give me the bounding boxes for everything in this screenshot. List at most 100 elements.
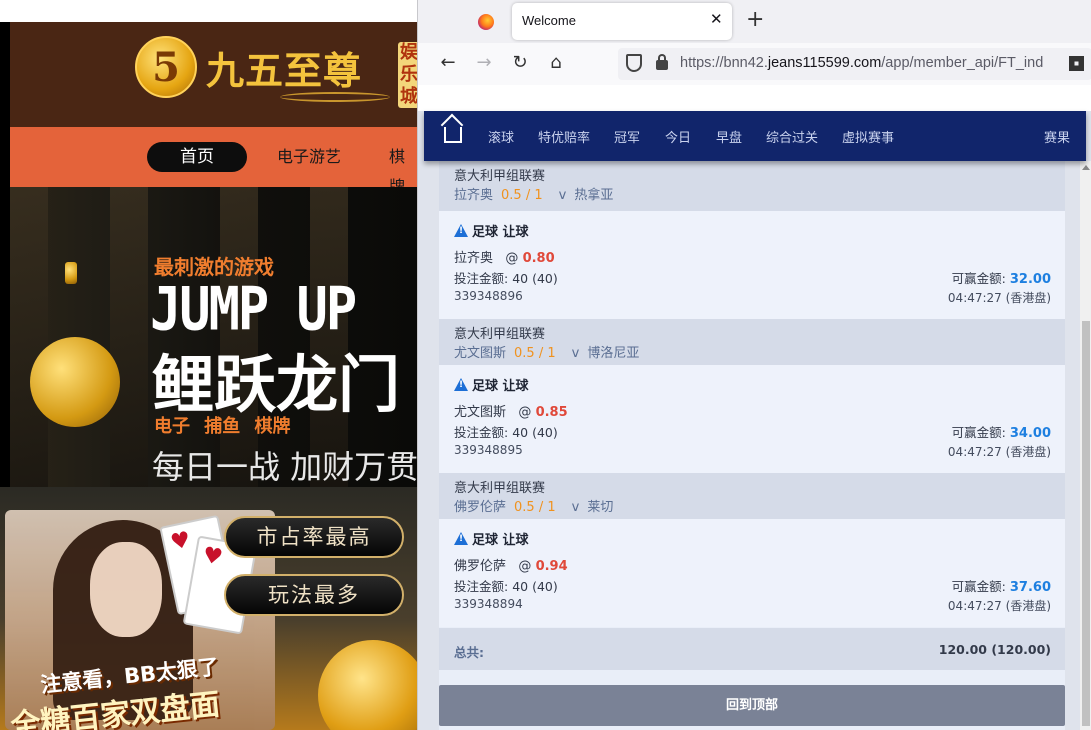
bet-type-label: 足球 让球 (472, 379, 529, 394)
firefox-icon[interactable] (478, 14, 494, 30)
logo-side-badge: 娱 乐 城 (398, 42, 417, 108)
bet-type-label: 足球 让球 (472, 225, 529, 240)
qr-code-icon[interactable] (1069, 56, 1084, 71)
alert-icon (454, 378, 468, 391)
site-nav-parlay[interactable]: 综合过关 (766, 127, 818, 146)
badge-market-share[interactable]: 市占率最高 (224, 516, 404, 558)
logo-mark: 5 (152, 44, 180, 91)
casino-nav-home[interactable]: 首页 (147, 142, 247, 172)
league-header: 意大利甲组联赛 尤文图斯 0.5 / 1 v 博洛尼亚 (439, 319, 1065, 365)
bet-id: 339348896 (454, 289, 523, 303)
stake-label: 投注金额: (454, 579, 509, 594)
stake-label: 投注金额: (454, 425, 509, 440)
site-nav-live[interactable]: 滚球 (488, 127, 514, 146)
casino-header: 5 九五至尊 娱 乐 城 (10, 22, 417, 127)
hero-categories: 电子 捕鱼 棋牌 (154, 416, 291, 437)
vs-label: v (571, 500, 580, 515)
close-icon[interactable]: ✕ (710, 10, 723, 28)
gold-coin-icon (65, 262, 77, 284)
casino-banner-panel: 5 九五至尊 娱 乐 城 首页 电子游艺 棋牌 最刺激的游戏 JUMP UP 鲤… (0, 0, 417, 730)
page-viewport: 滚球 特优赔率 冠军 今日 早盘 综合过关 虚拟赛事 赛果 意大利甲组联赛 拉齐… (418, 85, 1091, 730)
away-team: 莱切 (587, 500, 614, 515)
scroll-up-icon[interactable] (1082, 165, 1090, 170)
site-nav-early[interactable]: 早盘 (716, 127, 742, 146)
odds-value: 0.94 (535, 559, 568, 574)
home-team: 尤文图斯 (454, 346, 507, 361)
tab-welcome[interactable]: Welcome ✕ (512, 3, 732, 40)
win-value: 37.60 (1009, 580, 1051, 595)
lock-icon[interactable] (656, 54, 668, 70)
bet-id: 339348894 (454, 597, 523, 611)
casino-nav: 首页 电子游艺 棋牌 (10, 127, 417, 196)
site-nav-results[interactable]: 赛果 (1044, 127, 1070, 146)
site-nav-outright[interactable]: 冠军 (614, 127, 640, 146)
back-icon[interactable]: ← (436, 52, 460, 73)
url-bar[interactable]: https://bnn42.jeans115599.com/app/member… (618, 48, 1091, 80)
stake: 投注金额: 40 (40) (454, 268, 558, 287)
stake: 投注金额: 40 (40) (454, 422, 558, 441)
scrollbar[interactable] (1080, 161, 1091, 730)
bet-type: 足球 让球 (454, 529, 529, 548)
bet-type: 足球 让球 (454, 221, 529, 240)
logo-side-char-3: 城 (400, 86, 417, 107)
forward-icon[interactable]: → (472, 52, 496, 73)
back-to-top-button[interactable]: 回到顶部 (439, 685, 1065, 726)
hero-title-cn: 鲤跃龙门 (152, 348, 401, 421)
potential-win: 可赢金额: 37.60 (952, 576, 1051, 595)
vs-label: v (558, 188, 567, 203)
pick-team: 佛罗伦萨 (454, 559, 507, 574)
bet-id: 339348895 (454, 443, 523, 457)
league-header: 意大利甲组联赛 佛罗伦萨 0.5 / 1 v 莱切 (439, 473, 1065, 519)
handicap: 0.5 / 1 (514, 500, 556, 515)
handicap: 0.5 / 1 (501, 188, 543, 203)
casino-nav-slots[interactable]: 电子游艺 (277, 142, 341, 172)
league-name: 意大利甲组联赛 (454, 327, 546, 342)
bet-time: 04:47:27 (香港盘) (947, 445, 1051, 459)
card-suit: ♥ (200, 542, 225, 571)
badge-most-games[interactable]: 玩法最多 (224, 574, 404, 616)
bet-time: 04:47:27 (香港盘) (947, 291, 1051, 305)
odds-value: 0.80 (522, 251, 555, 266)
logo-ornament (280, 92, 390, 102)
alert-icon (454, 532, 468, 545)
url-path: /app/member_api/FT_ind (881, 55, 1044, 71)
reload-icon[interactable]: ↻ (508, 52, 532, 73)
home-icon[interactable] (444, 127, 462, 143)
away-team: 博洛尼亚 (587, 346, 640, 361)
league-name: 意大利甲组联赛 (454, 481, 546, 496)
bet-time: 04:47:27 (香港盘) (947, 599, 1051, 613)
hero-slogan: 每日一战 加财万贯 (152, 448, 417, 486)
shield-icon[interactable] (626, 54, 642, 72)
win-value: 34.00 (1009, 426, 1051, 441)
home-icon[interactable]: ⌂ (544, 52, 568, 73)
scroll-thumb[interactable] (1082, 321, 1090, 726)
league-name: 意大利甲组联赛 (454, 169, 546, 184)
home-team: 拉齐奥 (454, 188, 494, 203)
casino-logo-text: 九五至尊 (206, 48, 363, 93)
away-team: 热拿亚 (574, 188, 614, 203)
new-tab-button[interactable]: + (746, 8, 764, 32)
card-suit: ♥ (168, 527, 193, 556)
win-label: 可赢金额: (951, 271, 1006, 286)
site-nav-virtual[interactable]: 虚拟赛事 (842, 127, 894, 146)
bet-type: 足球 让球 (454, 375, 529, 394)
total-label: 总共: (454, 645, 484, 660)
stake-value: 40 (40) (512, 579, 558, 594)
bet-type-label: 足球 让球 (472, 533, 529, 548)
tab-bar: Welcome ✕ + (418, 0, 1091, 43)
url-prefix: https://bnn42. (680, 55, 768, 71)
gold-coin-icon (30, 337, 120, 427)
url-text[interactable]: https://bnn42.jeans115599.com/app/member… (680, 55, 1060, 71)
page-top-strip (418, 85, 1091, 111)
vs-label: v (571, 346, 580, 361)
at-sign: @ (505, 251, 519, 266)
odds-value: 0.85 (535, 405, 568, 420)
site-nav-today[interactable]: 今日 (665, 127, 691, 146)
stake-value: 40 (40) (512, 425, 558, 440)
casino-logo-icon: 5 (135, 36, 197, 98)
site-nav-special-odds[interactable]: 特优赔率 (538, 127, 590, 146)
league-header: 意大利甲组联赛 拉齐奥 0.5 / 1 v 热拿亚 (439, 161, 1065, 211)
top-white-strip (0, 0, 417, 22)
win-label: 可赢金额: (951, 425, 1006, 440)
model-face (90, 542, 162, 637)
